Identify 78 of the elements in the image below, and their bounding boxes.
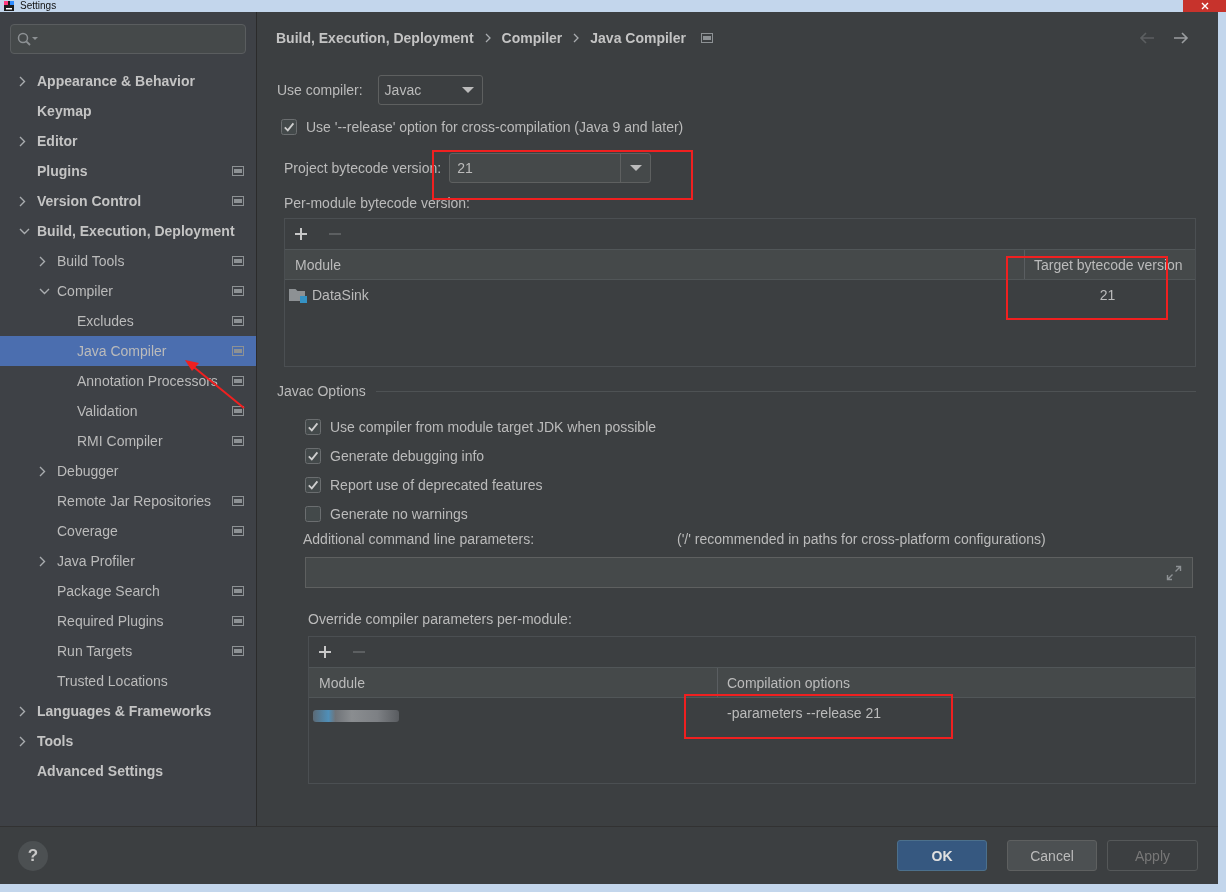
parameters-field[interactable] <box>305 557 1193 588</box>
sidebar-item[interactable]: Advanced Settings <box>0 756 256 786</box>
ok-button[interactable]: OK <box>897 840 987 871</box>
checkbox[interactable] <box>305 418 321 435</box>
chevron-right-icon[interactable] <box>19 135 26 147</box>
caret-icon <box>461 87 474 93</box>
chevron-down-icon[interactable] <box>19 227 30 235</box>
sidebar-item[interactable]: Editor <box>0 126 256 156</box>
plus-icon[interactable] <box>319 646 331 658</box>
sidebar-item[interactable]: Run Targets <box>0 636 256 666</box>
checkbox[interactable] <box>305 447 321 464</box>
chevron-right-icon[interactable] <box>19 195 26 207</box>
cancel-button[interactable]: Cancel <box>1007 840 1097 871</box>
table-cell: 21 <box>1099 287 1116 303</box>
search-icon <box>17 32 39 46</box>
section-label: Override compiler parameters per-module: <box>308 611 572 627</box>
sidebar-item[interactable]: Excludes <box>0 306 256 336</box>
checkbox-label: Use compiler from module target JDK when possible <box>330 418 657 435</box>
chevron-right-icon[interactable] <box>19 735 26 747</box>
checkbox-label: Use '--release' option for cross-compilation (Java 9 and later) <box>306 119 684 135</box>
version-dropdown[interactable]: 21 <box>449 153 652 183</box>
chevron-right-icon[interactable] <box>19 705 26 717</box>
sidebar-item[interactable]: Keymap <box>0 96 256 126</box>
table-cell: -parameters --release 21 <box>727 705 882 721</box>
breadcrumb-item[interactable]: Java Compiler <box>590 30 686 46</box>
forward-arrow-icon[interactable] <box>1173 32 1189 44</box>
sidebar-item[interactable]: Compiler <box>0 276 256 306</box>
checkbox-label: Report use of deprecated features <box>330 476 543 493</box>
module-name: DataSink <box>312 287 369 303</box>
plus-icon[interactable] <box>295 228 307 240</box>
sidebar-item[interactable]: Coverage <box>0 516 256 546</box>
compiler-dropdown[interactable]: Javac <box>377 75 483 105</box>
sidebar-item[interactable]: Java Profiler <box>0 546 256 576</box>
sidebar-item[interactable]: Validation <box>0 396 256 426</box>
chevron-right-icon <box>484 33 491 43</box>
hint-text: ('/' recommended in paths for cross-platform configurations) <box>677 531 1047 547</box>
column-header[interactable]: Module <box>309 668 717 697</box>
chevron-right-icon <box>573 33 580 43</box>
sidebar-item[interactable]: Required Plugins <box>0 606 256 636</box>
caret-icon <box>629 165 642 171</box>
checkbox-label: Generate no warnings <box>330 505 468 522</box>
sidebar-item[interactable]: Languages & Frameworks <box>0 696 256 726</box>
checkbox[interactable] <box>305 476 321 493</box>
sidebar-item[interactable]: Tools <box>0 726 256 756</box>
sidebar-item[interactable]: Build Tools <box>0 246 256 276</box>
sidebar-item[interactable]: RMI Compiler <box>0 426 256 456</box>
checkbox[interactable] <box>305 505 321 522</box>
section-title: Javac Options <box>277 383 366 399</box>
sidebar-item[interactable]: Version Control <box>0 186 256 216</box>
field-label: Use compiler: <box>277 82 363 98</box>
app-icon <box>4 1 14 11</box>
expand-icon[interactable] <box>1166 564 1182 581</box>
field-label: Additional command line parameters: <box>303 531 536 547</box>
folder-icon <box>289 287 307 303</box>
chevron-right-icon[interactable] <box>19 75 26 87</box>
sidebar-item[interactable]: Trusted Locations <box>0 666 256 696</box>
help-button[interactable]: ? <box>18 840 48 871</box>
sidebar-item[interactable]: Package Search <box>0 576 256 606</box>
checkbox-label: Generate debugging info <box>330 447 485 464</box>
sidebar-item[interactable]: Debugger <box>0 456 256 486</box>
breadcrumb-item[interactable]: Compiler <box>501 30 563 46</box>
sidebar-item[interactable]: Build, Execution, Deployment <box>0 216 256 246</box>
sidebar-item[interactable]: Plugins <box>0 156 256 186</box>
breadcrumb-item[interactable]: Build, Execution, Deployment <box>276 30 474 46</box>
chevron-right-icon[interactable] <box>39 465 46 477</box>
checkbox[interactable] <box>281 119 297 135</box>
chevron-down-icon[interactable] <box>39 287 50 295</box>
section-label: Per-module bytecode version: <box>284 195 470 211</box>
search-field[interactable] <box>10 24 246 54</box>
column-header[interactable]: Compilation options <box>717 668 1195 697</box>
sidebar-item[interactable]: Appearance & Behavior <box>0 66 256 96</box>
close-icon <box>1200 2 1209 10</box>
chevron-right-icon[interactable] <box>39 255 46 267</box>
window-title: Settings <box>20 0 57 12</box>
chevron-right-icon[interactable] <box>39 555 46 567</box>
close-button[interactable] <box>1183 0 1226 12</box>
column-header[interactable]: Module <box>285 250 1024 279</box>
sidebar-item[interactable]: Remote Jar Repositories <box>0 486 256 516</box>
